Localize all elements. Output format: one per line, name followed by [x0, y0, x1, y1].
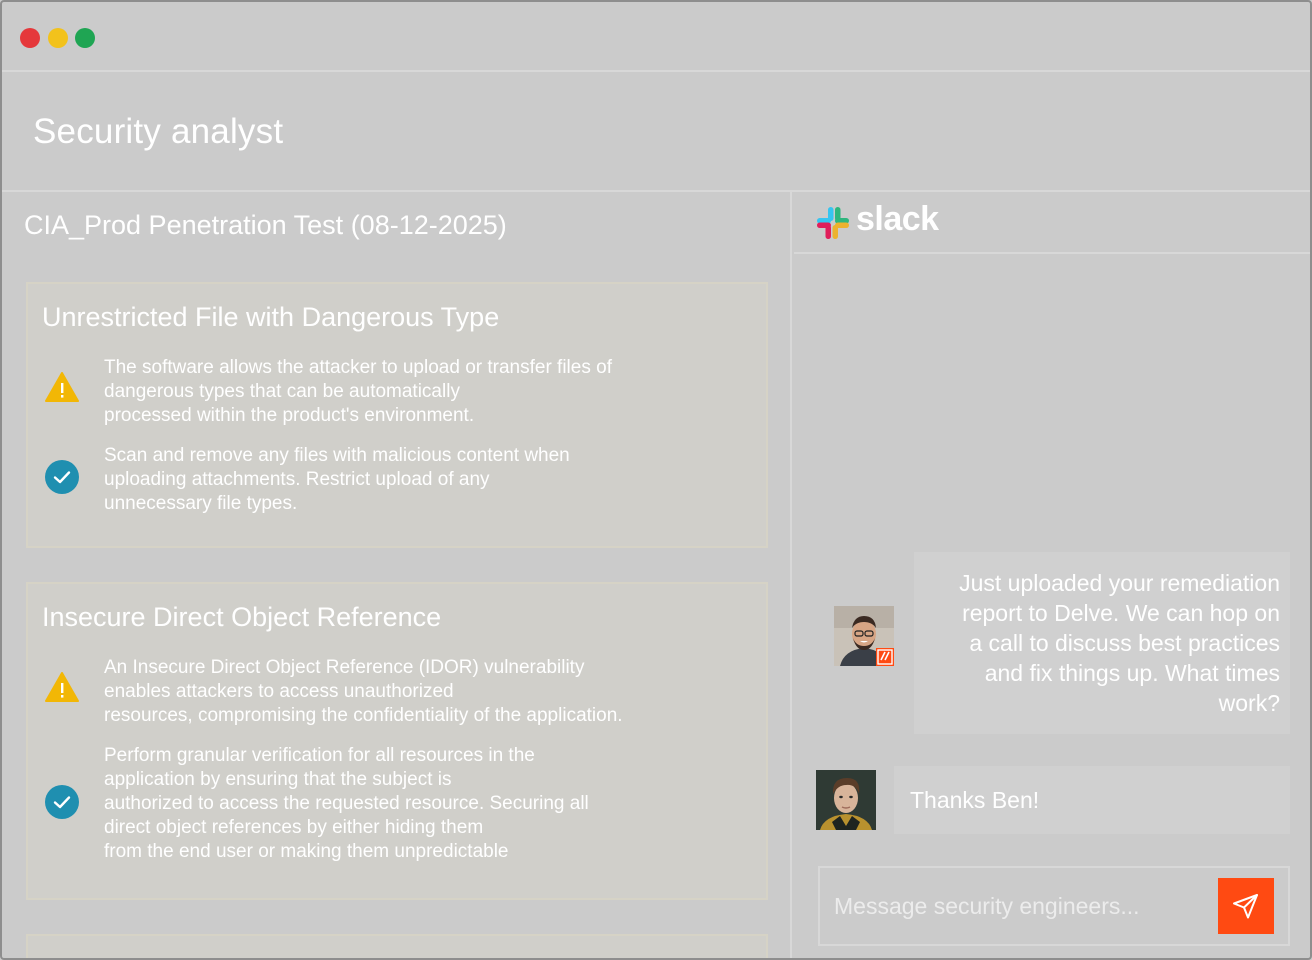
title-bar [2, 2, 1310, 72]
issue-description: The software allows the attacker to uplo… [104, 357, 612, 426]
warning-icon [45, 672, 79, 702]
finding-title: Insecure Direct Object Reference [42, 602, 442, 632]
send-icon [1233, 894, 1258, 919]
check-circle-icon [45, 460, 79, 494]
slack-logo-icon [817, 207, 849, 239]
finding-issue: An Insecure Direct Object Reference (IDO… [28, 654, 766, 734]
slack-header: slack [794, 192, 1310, 254]
close-window-button[interactable] [20, 28, 40, 48]
chat-message: Thanks Ben! [894, 766, 1290, 834]
finding-issue: The software allows the attacker to uplo… [28, 354, 766, 434]
maximize-window-button[interactable] [75, 28, 95, 48]
message-input[interactable] [834, 888, 1214, 924]
finding-title: Unrestricted File with Dangerous Type [42, 302, 500, 332]
chat-message: Just uploaded your remediation report to… [914, 552, 1290, 734]
remediation-description: Perform granular verification for all re… [104, 745, 589, 862]
page-title: Security analyst [33, 112, 284, 151]
slack-wordmark: slack [856, 200, 939, 238]
report-pane: CIA_Prod Penetration Test (08-12-2025) U… [2, 192, 792, 958]
slack-pane: slack Just uploaded your remediation rep [794, 192, 1310, 958]
message-composer [818, 866, 1290, 946]
warning-icon [45, 372, 79, 402]
check-circle-icon [45, 785, 79, 819]
minimize-window-button[interactable] [48, 28, 68, 48]
finding-card: Unrestricted File with Dangerous Type Th… [26, 282, 768, 548]
app-window: Security analyst CIA_Prod Penetration Te… [0, 0, 1312, 960]
finding-card [26, 934, 768, 958]
avatar[interactable] [834, 606, 894, 666]
page-header: Security analyst [2, 74, 1310, 192]
report-title: CIA_Prod Penetration Test (08-12-2025) [24, 210, 507, 240]
send-button[interactable] [1218, 878, 1274, 934]
avatar[interactable] [816, 770, 876, 830]
finding-remediation: Perform granular verification for all re… [28, 742, 766, 872]
issue-description: An Insecure Direct Object Reference (IDO… [104, 657, 623, 726]
finding-remediation: Scan and remove any files with malicious… [28, 442, 766, 522]
remediation-description: Scan and remove any files with malicious… [104, 445, 570, 514]
finding-card: Insecure Direct Object Reference An Inse… [26, 582, 768, 900]
